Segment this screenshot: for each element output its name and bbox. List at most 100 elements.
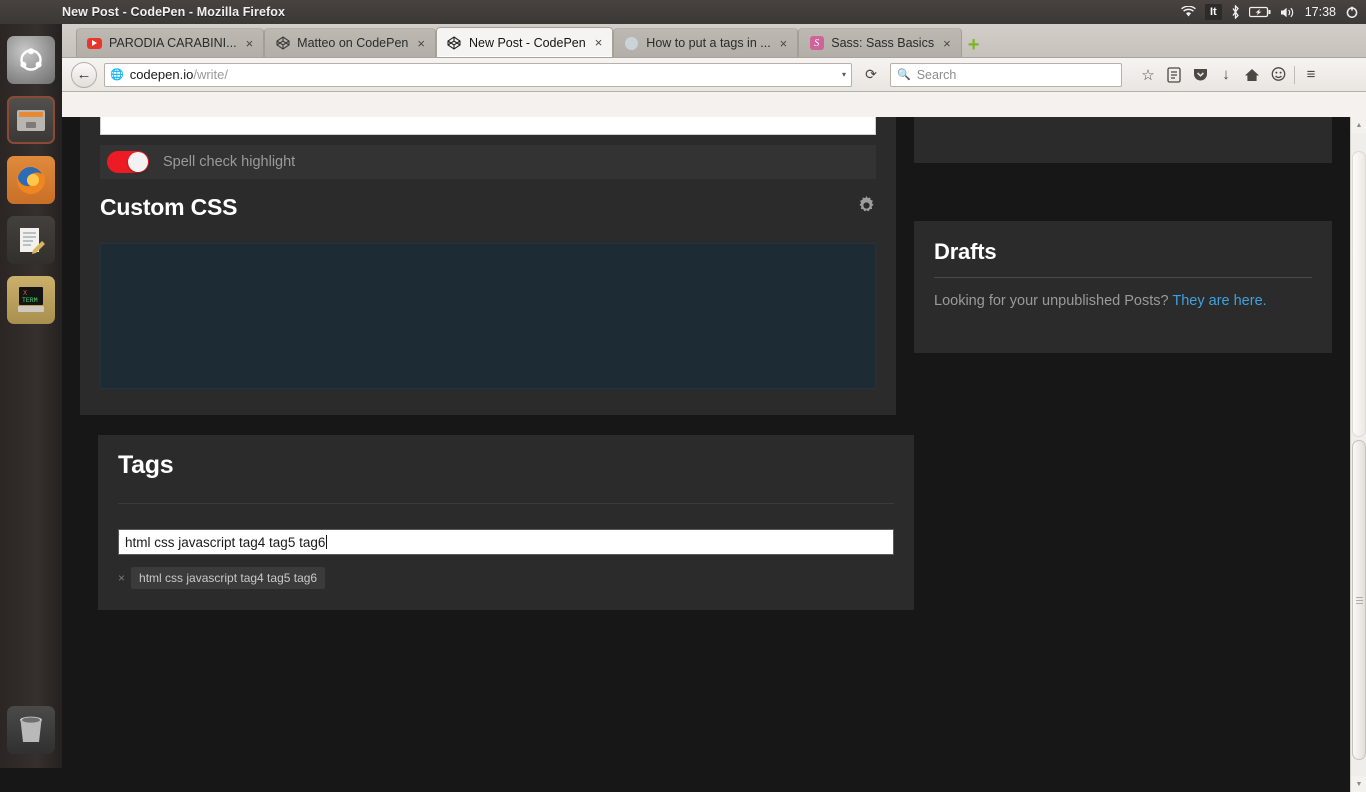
tab-close-button[interactable]: × bbox=[593, 36, 605, 49]
downloads-icon[interactable]: ↓ bbox=[1213, 62, 1239, 88]
drafts-title: Drafts bbox=[934, 239, 997, 264]
search-placeholder: Search bbox=[916, 67, 957, 82]
launcher-item-trash[interactable] bbox=[7, 706, 55, 754]
hello-chat-icon[interactable] bbox=[1265, 62, 1291, 88]
browser-tab-3[interactable]: How to put a tags in ... × bbox=[613, 28, 799, 57]
search-bar[interactable]: 🔍 Search bbox=[890, 62, 1122, 87]
spell-check-row: Spell check highlight bbox=[100, 145, 876, 179]
codepen-icon bbox=[275, 36, 290, 51]
youtube-icon bbox=[87, 36, 102, 51]
system-tray: It 17:38 bbox=[1181, 3, 1366, 21]
tags-panel: Tags html css javascript tag4 tag5 tag6 … bbox=[98, 435, 914, 610]
ubuntu-logo-icon bbox=[20, 48, 42, 71]
url-domain: codepen.io bbox=[129, 67, 194, 82]
drafts-divider bbox=[934, 277, 1312, 278]
tags-input-value: html css javascript tag4 tag5 tag6 bbox=[125, 534, 326, 550]
file-manager-icon bbox=[17, 110, 45, 131]
tab-label: Matteo on CodePen bbox=[297, 36, 409, 50]
text-editor-icon bbox=[20, 228, 45, 254]
tag-list: × html css javascript tag4 tag5 tag6 bbox=[118, 567, 326, 589]
tags-input[interactable]: html css javascript tag4 tag5 tag6 bbox=[118, 529, 894, 555]
browser-tab-0[interactable]: PARODIA CARABINI... × bbox=[76, 28, 265, 57]
menu-hamburger-icon[interactable]: ≡ bbox=[1298, 62, 1324, 88]
drafts-link[interactable]: They are here. bbox=[1172, 293, 1266, 309]
scrollbar-upper-segment[interactable] bbox=[1352, 151, 1366, 437]
codepen-new-post-page: Spell check highlight Custom CSS Tags ht… bbox=[62, 117, 1350, 792]
tag-chip[interactable]: html css javascript tag4 tag5 tag6 bbox=[131, 567, 326, 589]
custom-css-editor[interactable] bbox=[100, 243, 876, 389]
scrollbar-track[interactable] bbox=[1351, 133, 1366, 776]
toggle-knob bbox=[128, 152, 148, 172]
reload-button[interactable]: ⟳ bbox=[859, 63, 883, 87]
browser-tab-1[interactable]: Matteo on CodePen × bbox=[264, 28, 436, 57]
volume-icon[interactable] bbox=[1280, 6, 1296, 19]
firefox-icon bbox=[17, 166, 45, 194]
browser-tab-2[interactable]: New Post - CodePen × bbox=[435, 27, 614, 57]
page-scrollbar[interactable]: ▲ ▼ bbox=[1350, 117, 1366, 792]
url-path: /write/ bbox=[193, 67, 228, 82]
tab-close-button[interactable]: × bbox=[941, 37, 953, 50]
scrollbar-thumb[interactable] bbox=[1352, 440, 1366, 760]
tab-label: Sass: Sass Basics bbox=[831, 36, 935, 50]
tab-strip: PARODIA CARABINI... × Matteo on CodePen … bbox=[62, 24, 1366, 58]
url-text: codepen.io/write/ bbox=[130, 67, 228, 82]
firefox-window: PARODIA CARABINI... × Matteo on CodePen … bbox=[62, 24, 1366, 792]
launcher-item-files[interactable] bbox=[7, 96, 55, 144]
wifi-icon[interactable] bbox=[1181, 6, 1196, 18]
text-caret bbox=[326, 535, 328, 549]
tab-label: New Post - CodePen bbox=[468, 35, 586, 50]
scroll-up-arrow-icon[interactable]: ▲ bbox=[1351, 117, 1366, 133]
tab-close-button[interactable]: × bbox=[415, 37, 427, 50]
battery-icon[interactable] bbox=[1248, 6, 1271, 18]
spell-check-label: Spell check highlight bbox=[163, 154, 296, 170]
trash-icon bbox=[20, 716, 42, 742]
xterm-icon: XTERM bbox=[18, 287, 44, 312]
tag-remove-button[interactable]: × bbox=[118, 572, 125, 584]
pocket-icon[interactable] bbox=[1187, 62, 1213, 88]
launcher-item-text-editor[interactable] bbox=[7, 216, 55, 264]
reader-list-icon[interactable] bbox=[1161, 62, 1187, 88]
tab-label: How to put a tags in ... bbox=[646, 36, 771, 50]
tab-label: PARODIA CARABINI... bbox=[109, 36, 237, 50]
power-icon[interactable] bbox=[1345, 5, 1359, 19]
url-bar[interactable]: 🌐 codepen.io/write/ ▾ bbox=[104, 62, 852, 87]
back-button[interactable]: ← bbox=[71, 61, 97, 88]
main-column: Spell check highlight Custom CSS Tags ht… bbox=[80, 117, 914, 610]
chevron-down-icon[interactable]: ▾ bbox=[842, 70, 846, 79]
page-viewport: Spell check highlight Custom CSS Tags ht… bbox=[62, 117, 1366, 792]
custom-css-header: Custom CSS bbox=[100, 191, 876, 223]
html-field[interactable] bbox=[100, 117, 876, 135]
toolbar-divider bbox=[1294, 65, 1295, 84]
launcher-item-xterm[interactable]: X TERM bbox=[7, 276, 55, 324]
browser-tab-4[interactable]: S Sass: Sass Basics × bbox=[798, 28, 962, 57]
custom-css-title: Custom CSS bbox=[100, 193, 238, 220]
home-icon[interactable] bbox=[1239, 62, 1265, 88]
bookmark-star-icon[interactable]: ☆ bbox=[1135, 62, 1161, 88]
custom-css-panel: Spell check highlight Custom CSS bbox=[80, 117, 896, 415]
drafts-card: Drafts Looking for your unpublished Post… bbox=[914, 221, 1332, 353]
navigation-toolbar: ← 🌐 codepen.io/write/ ▾ ⟳ 🔍 Search ☆ ↓ ≡ bbox=[62, 58, 1366, 92]
unity-top-panel: New Post - CodePen - Mozilla Firefox It … bbox=[0, 0, 1366, 24]
toolbar-icons: ☆ ↓ ≡ bbox=[1135, 62, 1324, 88]
page-icon bbox=[624, 36, 639, 51]
gear-icon[interactable] bbox=[857, 195, 876, 219]
window-title: New Post - CodePen - Mozilla Firefox bbox=[62, 5, 286, 19]
sass-icon: S bbox=[809, 36, 824, 51]
globe-icon: 🌐 bbox=[110, 69, 124, 81]
svg-text:TERM: TERM bbox=[22, 297, 38, 304]
new-tab-button[interactable]: + bbox=[968, 35, 980, 55]
unity-launcher: X TERM bbox=[0, 24, 62, 768]
tags-divider bbox=[118, 503, 894, 504]
launcher-item-firefox[interactable] bbox=[7, 156, 55, 204]
keyboard-layout-indicator[interactable]: It bbox=[1204, 3, 1222, 21]
scroll-down-arrow-icon[interactable]: ▼ bbox=[1351, 776, 1366, 792]
launcher-item-ubuntu-dash[interactable] bbox=[7, 36, 55, 84]
spell-check-toggle[interactable] bbox=[107, 151, 149, 173]
tab-close-button[interactable]: × bbox=[778, 37, 790, 50]
drafts-text: Looking for your unpublished Posts? They… bbox=[934, 293, 1267, 309]
tab-close-button[interactable]: × bbox=[244, 37, 256, 50]
clock[interactable]: 17:38 bbox=[1305, 5, 1336, 19]
tags-title: Tags bbox=[118, 451, 174, 479]
bluetooth-icon[interactable] bbox=[1231, 5, 1240, 19]
codepen-icon bbox=[447, 35, 462, 50]
